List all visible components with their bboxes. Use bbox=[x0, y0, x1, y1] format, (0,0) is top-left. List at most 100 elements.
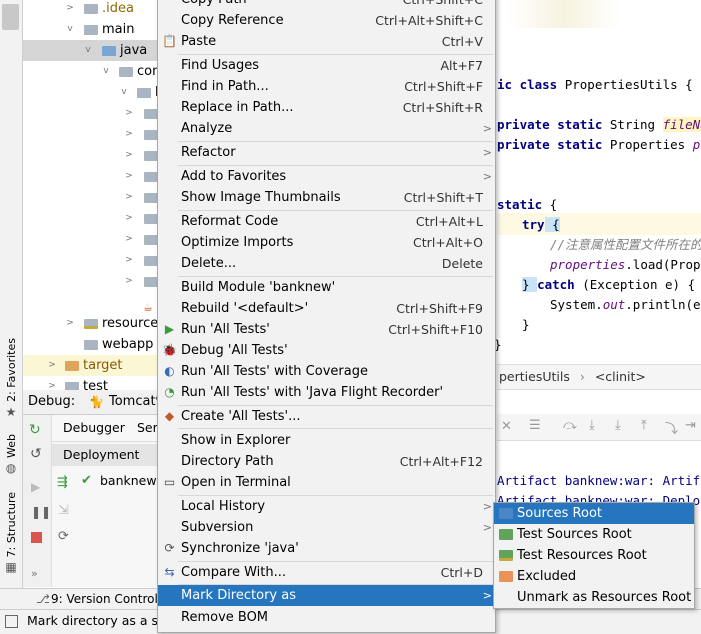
menu-item-run-all-tests[interactable]: ▶ Run 'All Tests' Ctrl+Shift+F10 bbox=[158, 319, 495, 340]
breadcrumb-item[interactable]: pertiesUtils bbox=[499, 369, 570, 384]
tree-item-package[interactable]: > bbox=[23, 124, 158, 145]
tree-item-main[interactable]: v main bbox=[23, 19, 157, 40]
resume-icon[interactable]: ▶ bbox=[31, 480, 40, 494]
tree-item-package[interactable]: > bbox=[23, 187, 158, 208]
tree-item-btv[interactable]: v btv bbox=[23, 82, 176, 103]
tree-item-package[interactable]: > bbox=[23, 103, 158, 124]
step-over-icon[interactable]: ⤼ bbox=[563, 418, 577, 433]
tab-debugger[interactable]: Debugger bbox=[63, 415, 125, 441]
submenu-item-test-resources-root[interactable]: Test Resources Root bbox=[494, 545, 694, 566]
chevron-down-icon[interactable]: v bbox=[65, 19, 75, 40]
menu-item-directory-path[interactable]: Directory Path Ctrl+Alt+F12 bbox=[158, 451, 495, 472]
chevron-right-icon[interactable]: > bbox=[124, 271, 134, 292]
pause-icon[interactable]: ❚❚ bbox=[31, 505, 51, 519]
redeploy-icon[interactable]: ⇲ bbox=[58, 503, 69, 518]
restart-icon[interactable]: ↺ bbox=[30, 446, 42, 462]
menu-item-analyze[interactable]: Analyze > bbox=[158, 118, 495, 139]
tree-item-webapp[interactable]: webapp bbox=[23, 334, 157, 355]
menu-item-show-image-thumbnails[interactable]: Show Image Thumbnails Ctrl+Shift+T bbox=[158, 187, 495, 208]
menu-item-find-usages[interactable]: Find Usages Alt+F7 bbox=[158, 55, 495, 76]
menu-item-label: Delete... bbox=[181, 256, 237, 271]
chevron-right-icon[interactable]: > bbox=[124, 145, 134, 166]
menu-item-open-in-terminal[interactable]: ▭ Open in Terminal bbox=[158, 472, 495, 493]
code-editor[interactable]: ic class PropertiesUtils { private stati… bbox=[494, 0, 701, 362]
menu-item-mark-directory-as[interactable]: Mark Directory as > bbox=[158, 585, 495, 606]
chevron-down-icon[interactable]: v bbox=[119, 82, 129, 103]
chevron-right-icon[interactable]: > bbox=[124, 103, 134, 124]
menu-item-add-to-favorites[interactable]: Add to Favorites > bbox=[158, 166, 495, 187]
version-control-tab[interactable]: 9: Version Control bbox=[51, 589, 158, 610]
menu-item-synchronize[interactable]: ⟳ Synchronize 'java' bbox=[158, 538, 495, 559]
step-into-icon[interactable]: ⤓ bbox=[589, 418, 595, 433]
menu-item-copy-reference[interactable]: Copy Reference Ctrl+Alt+Shift+C bbox=[158, 10, 495, 31]
menu-item-replace-in-path[interactable]: Replace in Path... Ctrl+Shift+R bbox=[158, 97, 495, 118]
chevron-down-icon[interactable]: v bbox=[83, 40, 93, 61]
structure-tab[interactable]: 7: Structure ▦ bbox=[0, 492, 22, 574]
chevron-right-icon[interactable]: > bbox=[47, 355, 57, 376]
chevron-right-icon[interactable]: > bbox=[124, 187, 134, 208]
chevron-right-icon[interactable]: > bbox=[124, 208, 134, 229]
rerun-icon[interactable]: ↻ bbox=[29, 422, 41, 438]
menu-item-run-with-flight-recorder[interactable]: ◔ Run 'All Tests' with 'Java Flight Recor… bbox=[158, 382, 495, 403]
project-tab-handle[interactable] bbox=[2, 4, 19, 30]
breadcrumb-item[interactable]: <clinit> bbox=[595, 369, 646, 384]
menu-item-find-in-path[interactable]: Find in Path... Ctrl+Shift+F bbox=[158, 76, 495, 97]
menu-item-debug-all-tests[interactable]: 🐞 Debug 'All Tests' bbox=[158, 340, 495, 361]
menu-item-compare-with[interactable]: ⇆ Compare With... Ctrl+D bbox=[158, 562, 495, 583]
menu-item-label: Synchronize 'java' bbox=[181, 541, 299, 556]
more-icon[interactable]: » bbox=[31, 567, 38, 580]
submenu-item-unmark[interactable]: Unmark as Resources Root bbox=[494, 587, 694, 608]
list-icon[interactable]: ☰ bbox=[529, 418, 541, 433]
menu-item-reformat-code[interactable]: Reformat Code Ctrl+Alt+L bbox=[158, 211, 495, 232]
run-to-cursor-icon[interactable]: ⇥ bbox=[685, 418, 696, 433]
web-tab[interactable]: Web ◍ bbox=[0, 434, 22, 475]
menu-item-rebuild[interactable]: Rebuild '<default>' Ctrl+Shift+F9 bbox=[158, 298, 495, 319]
chevron-right-icon[interactable]: > bbox=[124, 166, 134, 187]
favorites-tab[interactable]: 2: Favorites ★ bbox=[0, 338, 22, 419]
menu-item-copy-path[interactable]: Copy Path Ctrl+Shift+C bbox=[158, 0, 495, 10]
menu-item-build-module[interactable]: Build Module 'banknew' bbox=[158, 277, 495, 298]
chevron-right-icon[interactable]: > bbox=[65, 0, 75, 19]
chevron-down-icon[interactable]: v bbox=[101, 61, 111, 82]
tree-item-package[interactable]: > bbox=[23, 145, 158, 166]
chevron-right-icon[interactable]: > bbox=[124, 124, 134, 145]
menu-item-paste[interactable]: 📋 Paste Ctrl+V bbox=[158, 31, 495, 52]
chevron-right-icon[interactable]: > bbox=[65, 313, 75, 334]
step-out-icon[interactable]: ⤒ bbox=[641, 418, 647, 433]
drop-frame-icon[interactable]: ⤵ bbox=[665, 418, 678, 437]
force-step-into-icon[interactable]: ⤓ bbox=[615, 418, 621, 433]
refresh-icon[interactable]: ⟳ bbox=[58, 529, 69, 544]
tree-item-java[interactable]: v java bbox=[23, 40, 157, 61]
menu-item-refactor[interactable]: Refactor > bbox=[158, 142, 495, 163]
submenu-item-excluded[interactable]: Excluded bbox=[494, 566, 694, 587]
tree-item-package[interactable]: > bbox=[23, 229, 158, 250]
menu-item-subversion[interactable]: Subversion > bbox=[158, 517, 495, 538]
artifact-item[interactable]: banknew: bbox=[100, 473, 160, 488]
menu-item-optimize-imports[interactable]: Optimize Imports Ctrl+Alt+O bbox=[158, 232, 495, 253]
menu-item-remove-bom[interactable]: Remove BOM bbox=[158, 607, 495, 628]
tree-item-file[interactable]: ☕ bbox=[23, 292, 157, 314]
stop-icon[interactable] bbox=[31, 532, 42, 543]
menu-item-local-history[interactable]: Local History > bbox=[158, 496, 495, 517]
tree-item-package[interactable]: > bbox=[23, 166, 158, 187]
tree-item-idea[interactable]: > .idea bbox=[23, 0, 157, 19]
close-icon[interactable]: ✕ bbox=[501, 419, 512, 434]
tree-item-target[interactable]: > target bbox=[23, 355, 157, 376]
code-token: .println(e.g bbox=[625, 297, 701, 312]
submenu-item-sources-root[interactable]: Sources Root bbox=[494, 503, 694, 524]
tree-item-package[interactable]: > bbox=[23, 250, 158, 271]
submenu-item-test-sources-root[interactable]: Test Sources Root bbox=[494, 524, 694, 545]
run-config-tab[interactable]: Tomcat9 bbox=[109, 390, 164, 414]
menu-item-run-with-coverage[interactable]: ◐ Run 'All Tests' with Coverage bbox=[158, 361, 495, 382]
menu-item-delete[interactable]: Delete... Delete bbox=[158, 253, 495, 274]
toggle-tool-windows-icon[interactable] bbox=[5, 615, 18, 628]
tree-item-package[interactable]: > bbox=[23, 208, 158, 229]
menu-item-show-in-explorer[interactable]: Show in Explorer bbox=[158, 430, 495, 451]
chevron-right-icon[interactable]: > bbox=[124, 250, 134, 271]
chevron-right-icon[interactable]: > bbox=[124, 229, 134, 250]
menu-item-create-all-tests[interactable]: ◆ Create 'All Tests'... bbox=[158, 406, 495, 427]
tree-item-com[interactable]: v com bbox=[23, 61, 164, 82]
deploy-icon[interactable]: ⇶ bbox=[57, 475, 68, 490]
tree-item-package[interactable]: > bbox=[23, 271, 158, 292]
tree-item-resources[interactable]: > resources bbox=[23, 313, 165, 334]
